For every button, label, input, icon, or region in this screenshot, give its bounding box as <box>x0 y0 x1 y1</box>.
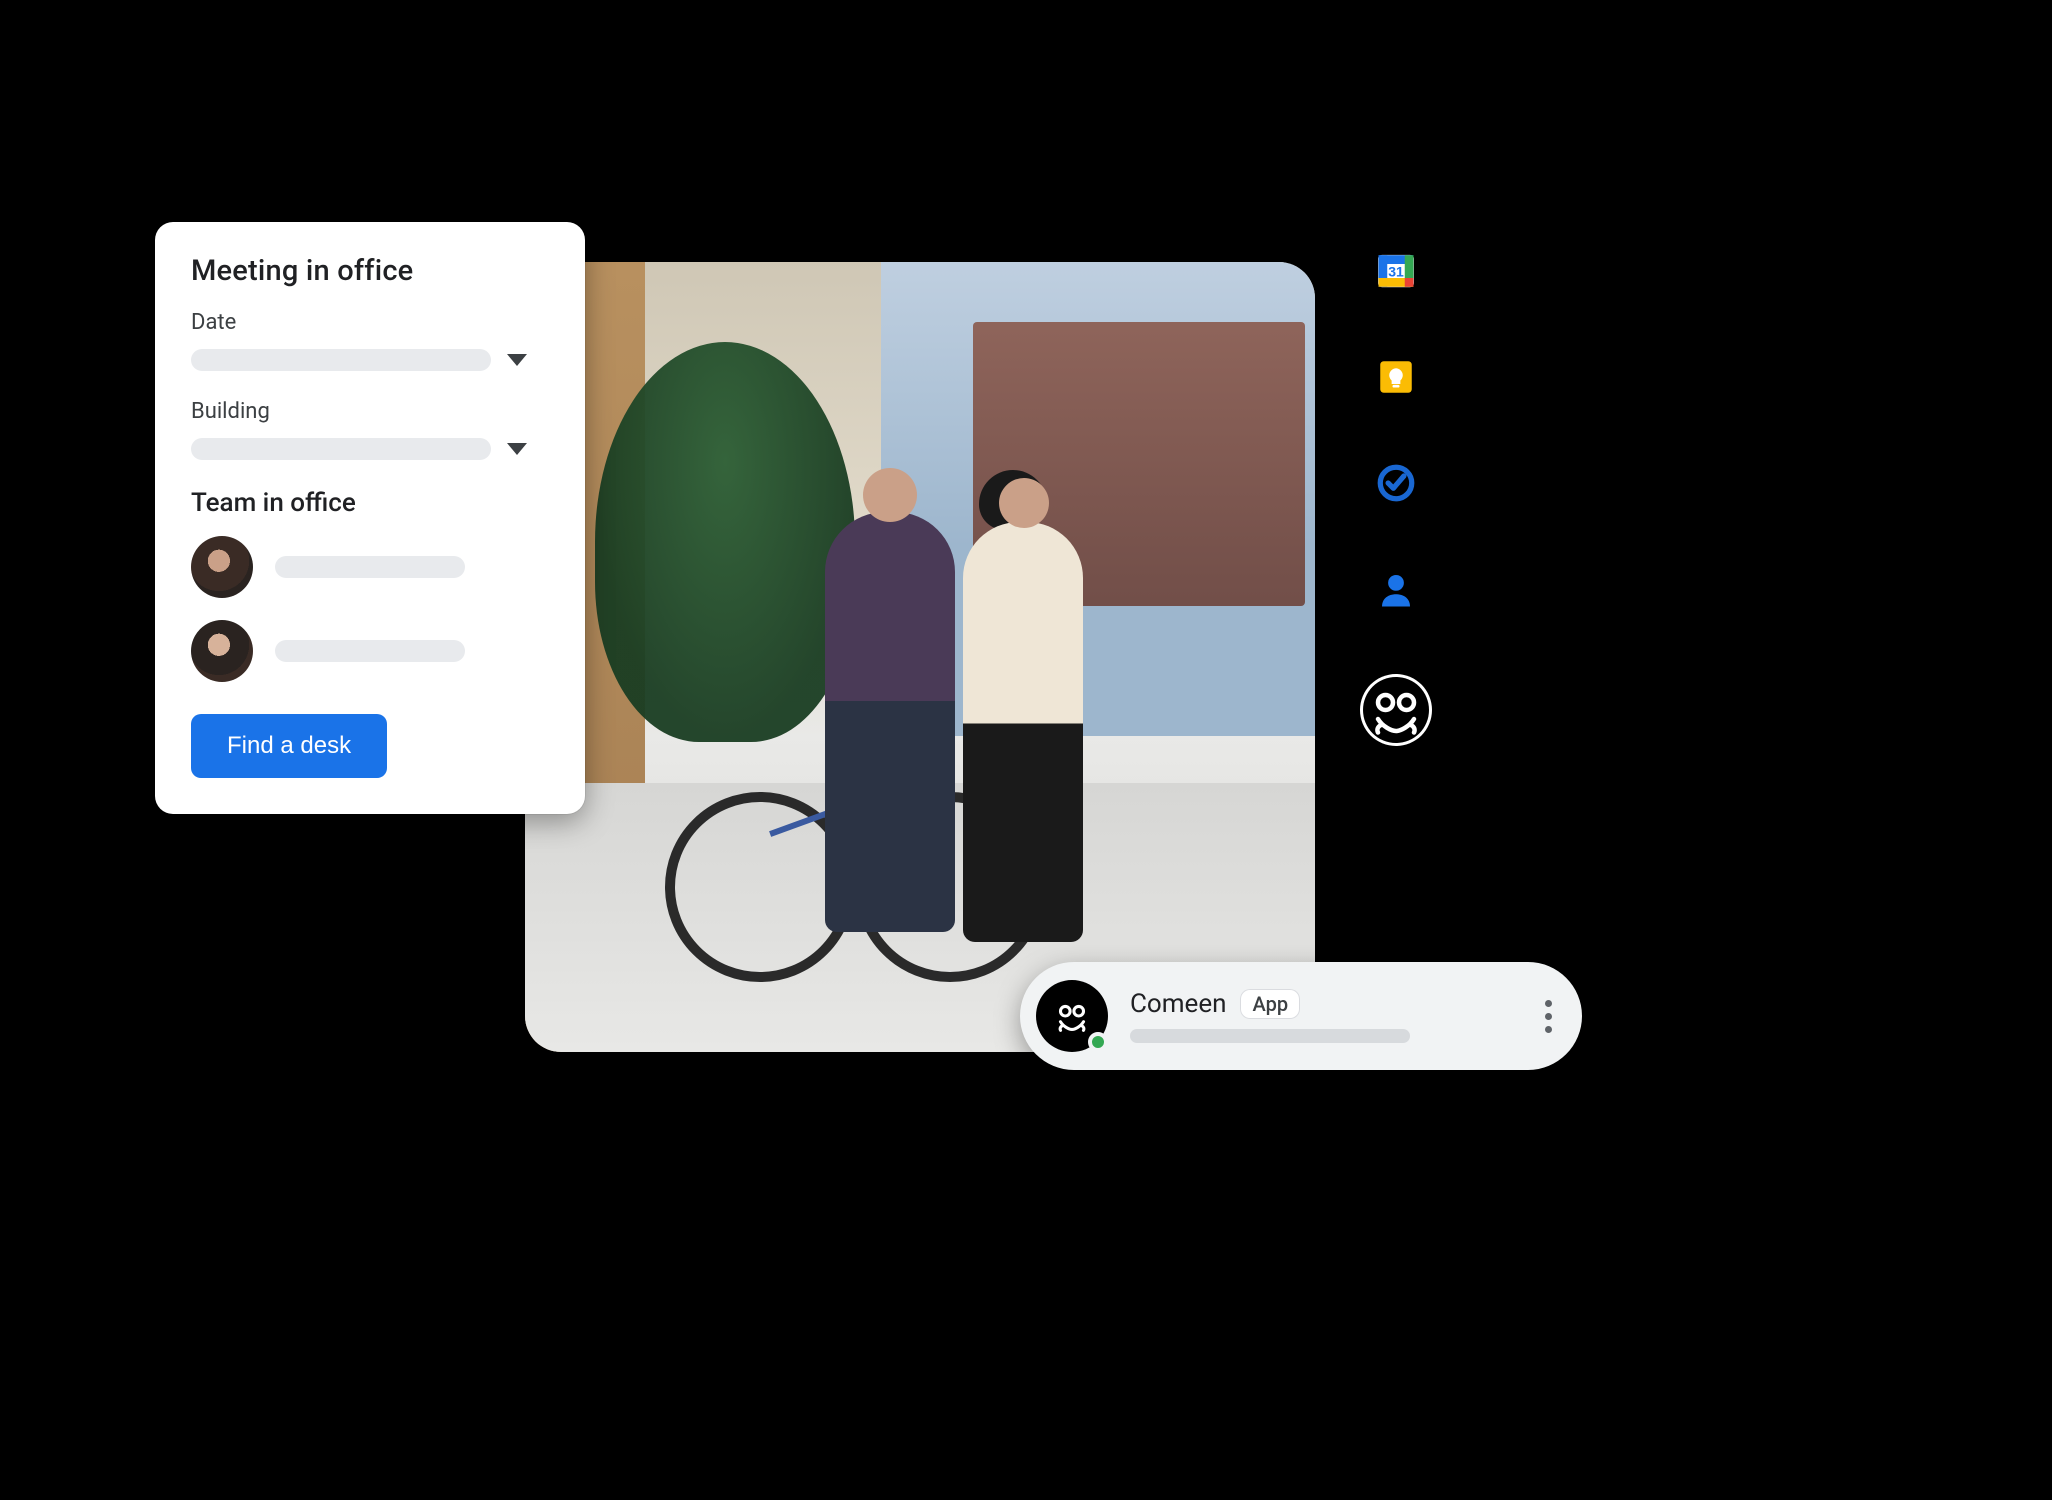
svg-text:31: 31 <box>1388 263 1404 279</box>
contacts-icon[interactable] <box>1375 568 1417 610</box>
member-name-placeholder <box>275 556 465 578</box>
member-name-placeholder <box>275 640 465 662</box>
date-value-placeholder <box>191 349 491 371</box>
more-menu-button[interactable] <box>1545 1000 1552 1033</box>
side-panel-rail: 31 <box>1360 250 1432 746</box>
app-name: Comeen <box>1130 989 1226 1019</box>
chevron-down-icon <box>507 354 527 366</box>
app-badge: App <box>1240 989 1300 1019</box>
calendar-icon[interactable]: 31 <box>1375 250 1417 292</box>
team-subtitle: Team in office <box>191 488 549 518</box>
team-member <box>191 620 549 682</box>
keep-icon[interactable] <box>1375 356 1417 398</box>
building-value-placeholder <box>191 438 491 460</box>
hero-photo <box>525 262 1315 1052</box>
team-member <box>191 536 549 598</box>
date-select[interactable] <box>191 349 549 371</box>
building-select[interactable] <box>191 438 549 460</box>
comeen-logo <box>1036 980 1108 1052</box>
card-title: Meeting in office <box>191 254 549 288</box>
tasks-icon[interactable] <box>1375 462 1417 504</box>
find-desk-button[interactable]: Find a desk <box>191 714 387 778</box>
avatar <box>191 536 253 598</box>
presence-indicator <box>1088 1032 1108 1052</box>
message-placeholder <box>1130 1029 1410 1043</box>
meeting-card: Meeting in office Date Building Team in … <box>155 222 585 814</box>
comeen-icon[interactable] <box>1360 674 1432 746</box>
avatar <box>191 620 253 682</box>
building-label: Building <box>191 399 549 424</box>
date-label: Date <box>191 310 549 335</box>
app-chat-bubble[interactable]: Comeen App <box>1020 962 1582 1070</box>
chevron-down-icon <box>507 443 527 455</box>
